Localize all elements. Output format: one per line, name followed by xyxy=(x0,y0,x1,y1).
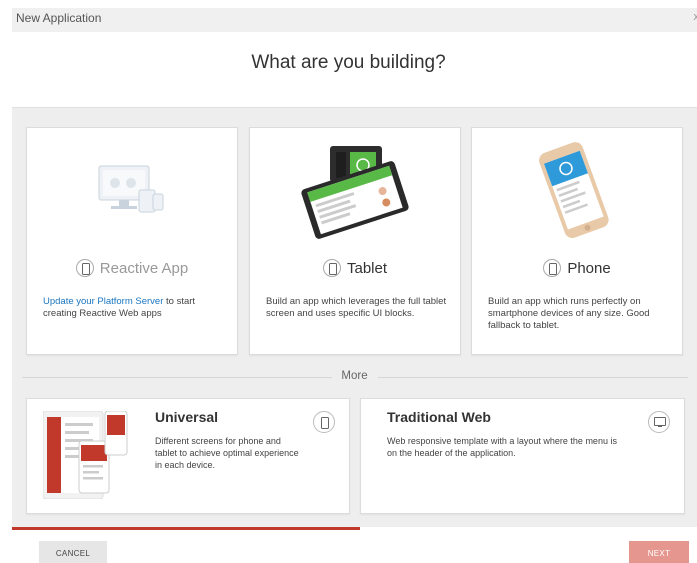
reactive-app-card[interactable]: Reactive App Update your Platform Server… xyxy=(26,127,238,355)
phone-icon xyxy=(543,259,562,277)
page-title: What are you building? xyxy=(251,52,446,73)
universal-description: Different screens for phone and tablet t… xyxy=(155,436,299,470)
universal-devices-icon xyxy=(43,411,128,499)
tablet-device-icon xyxy=(301,146,409,239)
close-icon[interactable]: x xyxy=(694,11,697,23)
traditional-web-title: Traditional Web xyxy=(387,409,491,425)
phone-description: Build an app which runs perfectly on sma… xyxy=(488,296,650,331)
tablet-label: Tablet xyxy=(346,259,388,277)
tablet-icon xyxy=(322,259,341,277)
reactive-app-label: Reactive App xyxy=(99,259,189,277)
phone-title: Phone xyxy=(472,259,682,277)
tablet-card[interactable]: Tablet Build an app which leverages the … xyxy=(249,127,461,355)
wizard-progress-bar xyxy=(12,527,360,530)
phone-label: Phone xyxy=(567,259,611,277)
reactive-app-title: Reactive App xyxy=(27,259,237,277)
monitor-icon xyxy=(648,411,670,433)
dialog-titlebar: New Application x xyxy=(12,8,697,32)
more-label: More xyxy=(341,370,368,382)
traditional-web-description: Web responsive template with a layout wh… xyxy=(387,436,617,458)
phone-icon xyxy=(313,411,335,433)
universal-card[interactable]: Universal Different screens for phone an… xyxy=(26,398,350,514)
reactive-icon xyxy=(75,259,94,277)
dialog-title: New Application xyxy=(16,11,102,25)
template-panel: Reactive App Update your Platform Server… xyxy=(12,107,697,527)
tablet-description: Build an app which leverages the full ta… xyxy=(266,296,447,319)
more-divider: More xyxy=(12,370,697,384)
next-button[interactable]: NEXT xyxy=(629,541,689,563)
traditional-web-card[interactable]: Traditional Web Web responsive template … xyxy=(360,398,685,514)
phone-card[interactable]: Phone Build an app which runs perfectly … xyxy=(471,127,683,355)
divider-line xyxy=(378,377,688,378)
universal-title: Universal xyxy=(155,409,219,425)
reactive-app-description: Update your Platform Server to start cre… xyxy=(43,296,225,320)
tablet-title: Tablet xyxy=(250,259,460,277)
cancel-button[interactable]: CANCEL xyxy=(39,541,107,563)
phone-device-icon xyxy=(539,142,609,238)
update-platform-server-link[interactable]: Update your Platform Server xyxy=(43,296,163,307)
reactive-devices-icon xyxy=(98,165,164,213)
